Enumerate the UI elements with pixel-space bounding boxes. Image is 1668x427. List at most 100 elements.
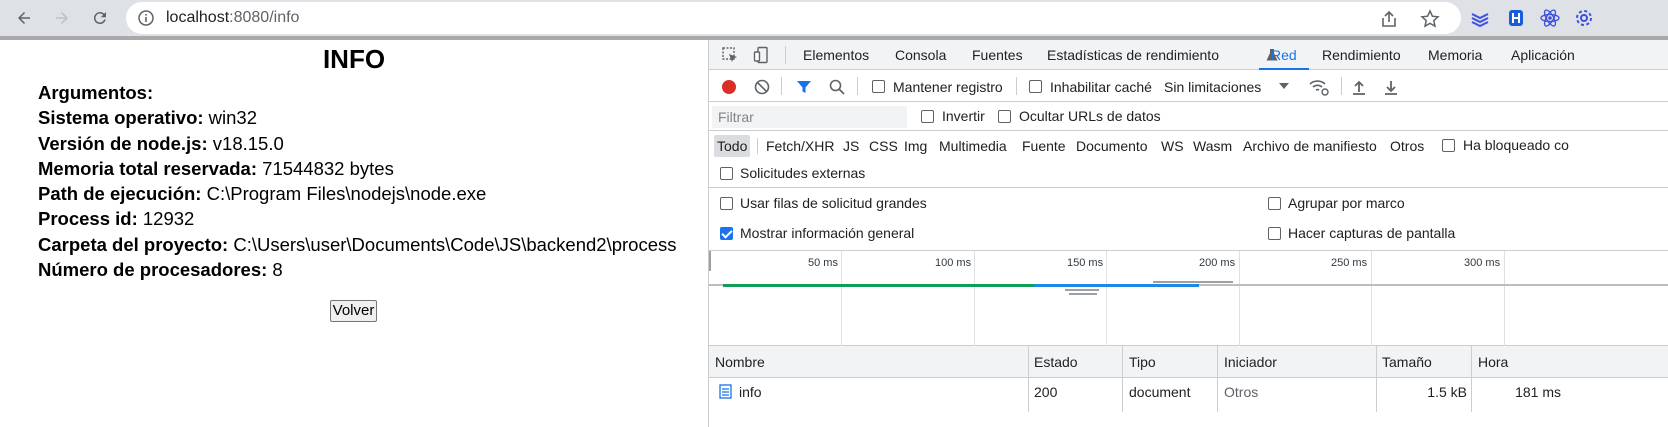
column-size[interactable]: Tamaño [1382,354,1432,370]
back-button[interactable]: Volver [330,300,377,322]
timeline-gridline [1106,251,1107,346]
show-overview-checkbox[interactable] [720,227,733,240]
info-row-project-folder: Carpeta del proyecto: C:\Users\user\Docu… [38,233,677,255]
type-filter-img[interactable]: Img [901,135,930,157]
tab-elements[interactable]: Elementos [803,47,869,63]
column-name[interactable]: Nombre [715,354,765,370]
network-conditions-icon[interactable] [1308,77,1330,97]
settings-gear-icon[interactable] [1572,6,1596,30]
throttling-select[interactable]: Sin limitaciones [1164,79,1261,95]
info-row-arguments: Argumentos: [38,82,154,103]
type-filter-doc[interactable]: Documento [1073,135,1151,157]
extension-shield-icon[interactable] [1504,6,1528,30]
tab-memory[interactable]: Memoria [1428,47,1482,63]
large-rows-label: Usar filas de solicitud grandes [740,195,927,211]
share-icon[interactable] [1379,9,1399,29]
timeline-start-marker [709,251,711,271]
network-toolbar: Mantener registro Inhabilitar caché Sin … [709,71,1668,102]
screenshots-checkbox[interactable] [1268,227,1281,240]
info-row-os: Sistema operativo: win32 [38,107,258,129]
tab-application[interactable]: Aplicación [1511,47,1575,63]
type-divider [757,138,758,154]
timeline-tick: 300 ms [1464,257,1501,269]
blocked-cookies-checkbox[interactable] [1442,139,1455,152]
request-initiator: Otros [1224,384,1259,400]
forward-arrow-icon[interactable] [50,6,74,30]
group-by-frame-checkbox[interactable] [1268,197,1281,210]
show-overview-label: Mostrar información general [740,225,915,241]
disable-cache-checkbox[interactable] [1029,80,1042,93]
column-initiator[interactable]: Iniciador [1224,354,1277,370]
group-by-frame-label: Agrupar por marco [1288,195,1405,211]
timeline-tick: 200 ms [1199,257,1236,269]
tab-performance[interactable]: Rendimiento [1322,47,1401,63]
invert-label: Invertir [942,108,985,124]
type-filter-wasm[interactable]: Wasm [1190,135,1235,157]
url-text: localhost:8080/info [166,9,300,26]
timeline-secondary-bar [1069,293,1097,295]
type-filter-css[interactable]: CSS [866,135,901,157]
column-type[interactable]: Tipo [1129,354,1156,370]
type-filter-js[interactable]: JS [840,135,862,157]
type-filter-other[interactable]: Otros [1387,135,1427,157]
timeline-gridline [1239,251,1240,346]
tab-console[interactable]: Consola [895,47,946,63]
site-info-icon[interactable] [138,10,154,26]
disable-cache-label: Inhabilitar caché [1050,79,1152,95]
filter-input[interactable]: Filtrar [712,106,907,128]
invert-checkbox[interactable] [921,110,934,123]
tab-performance-insights[interactable]: Estadísticas de rendimiento [1047,47,1219,63]
type-filter-ws[interactable]: WS [1158,135,1187,157]
timeline-secondary-bar [1153,281,1233,283]
request-name: info [739,384,762,400]
inspect-element-icon[interactable] [721,46,739,64]
timeline-tick: 100 ms [935,257,972,269]
column-status[interactable]: Estado [1034,354,1078,370]
type-filter-media[interactable]: Multimedia [936,135,1010,157]
toolbar-divider [1341,77,1342,95]
toolbar-divider [1016,77,1017,95]
resource-type-filters: Todo Fetch/XHR JS CSS Img Multimedia Fue… [709,132,1668,160]
search-icon[interactable] [828,78,846,96]
type-filter-fetch-xhr[interactable]: Fetch/XHR [763,135,837,157]
tab-sources[interactable]: Fuentes [972,47,1023,63]
type-filter-manifest[interactable]: Archivo de manifiesto [1240,135,1380,157]
info-row-node-version: Versión de node.js: v18.15.0 [38,132,284,154]
external-requests-row: Solicitudes externas [709,160,1668,188]
info-row-cpus: Número de procesadores: 8 [38,259,283,281]
column-time[interactable]: Hora [1478,354,1508,370]
page-content: INFO Argumentos: Sistema operativo: win3… [0,40,708,427]
bookmark-star-icon[interactable] [1420,9,1440,29]
chevron-down-icon[interactable] [1278,80,1290,92]
document-icon [719,384,732,399]
request-size: 1.5 kB [1427,384,1467,400]
timeline-overview[interactable]: 50 ms 100 ms 150 ms 200 ms 250 ms 300 ms [709,251,1668,346]
request-status: 200 [1034,384,1058,400]
request-row[interactable]: info 200 document Otros 1.5 kB 181 ms [709,378,1668,405]
back-arrow-icon[interactable] [12,6,36,30]
page-title: INFO [322,44,386,74]
type-filter-all[interactable]: Todo [714,135,751,157]
type-filter-font[interactable]: Fuente [1019,135,1069,157]
export-har-icon[interactable] [1382,78,1400,96]
filter-icon[interactable] [795,78,813,96]
info-row-process-id: Process id: 12932 [38,208,195,230]
filter-row: Filtrar Invertir Ocultar URLs de datos [709,103,1668,131]
screenshots-label: Hacer capturas de pantalla [1288,225,1456,241]
tab-network[interactable]: Red [1271,47,1297,63]
hide-data-urls-checkbox[interactable] [998,110,1011,123]
import-har-icon[interactable] [1350,78,1368,96]
browser-toolbar: localhost:8080/info [0,0,1668,36]
clear-icon[interactable] [753,78,771,96]
record-icon[interactable] [720,78,738,96]
reload-icon[interactable] [88,6,112,30]
large-rows-checkbox[interactable] [720,197,733,210]
device-toolbar-icon[interactable] [753,46,771,64]
preserve-log-label: Mantener registro [893,79,1003,95]
preserve-log-checkbox[interactable] [872,80,885,93]
address-bar[interactable]: localhost:8080/info [126,2,1461,34]
network-settings: Usar filas de solicitud grandes Agrupar … [709,189,1668,251]
extension-layers-icon[interactable] [1468,6,1492,30]
external-requests-checkbox[interactable] [720,167,733,180]
extension-react-icon[interactable] [1538,6,1562,30]
